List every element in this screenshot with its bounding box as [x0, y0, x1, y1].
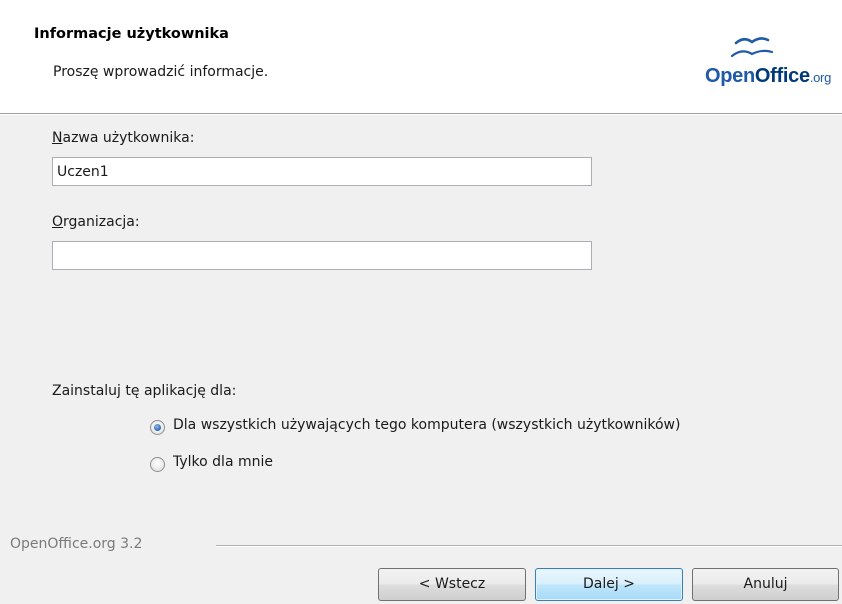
organization-input[interactable]: [52, 241, 592, 270]
logo-wordmark: OpenOffice.org: [705, 65, 832, 87]
install-for-label: Zainstaluj tę aplikację dla:: [52, 383, 237, 399]
seagulls-icon: [730, 37, 774, 58]
username-label: Nazwa użytkownika:: [52, 130, 195, 146]
dialog-header: Informacje użytkownika Proszę wprowadzić…: [0, 0, 842, 113]
page-subtitle: Proszę wprowadzić informacje.: [53, 64, 269, 80]
cancel-button[interactable]: Anuluj: [692, 568, 839, 601]
organization-label: Organizacja:: [52, 214, 140, 230]
back-button[interactable]: < Wstecz: [378, 568, 526, 601]
radio-all-users-label[interactable]: Dla wszystkich używających tego komputer…: [173, 417, 680, 433]
next-button[interactable]: Dalej >: [535, 568, 683, 601]
page-title: Informacje użytkownika: [34, 26, 229, 42]
openoffice-logo: OpenOffice.org: [688, 12, 842, 112]
radio-selected-dot: [154, 424, 161, 431]
radio-only-me[interactable]: [150, 457, 165, 472]
version-label: OpenOffice.org 3.2: [10, 536, 143, 552]
radio-only-me-label[interactable]: Tylko dla mnie: [173, 454, 273, 470]
radio-all-users[interactable]: [150, 420, 165, 435]
username-input[interactable]: [52, 157, 592, 186]
